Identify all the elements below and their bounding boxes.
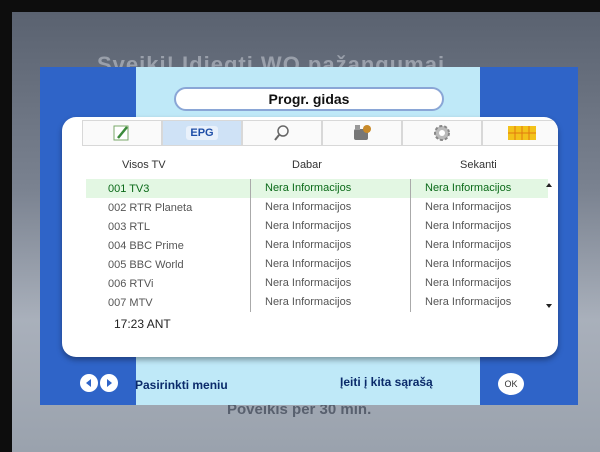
column-header-now: Dabar [292, 159, 322, 171]
guide-content: EPG Visos TV Dabar Sekanti 001 TV3 Nera … [62, 117, 558, 357]
channel-now: Nera Informacijos [250, 198, 410, 217]
scroll-up-icon[interactable] [546, 183, 552, 187]
channel-name: 003 RTL [108, 220, 150, 233]
scroll-down-icon[interactable] [546, 304, 552, 308]
column-header-next: Sekanti [460, 159, 497, 171]
select-menu-hint: Pasirinkti meniu [135, 378, 228, 392]
tab-bar: EPG [82, 120, 558, 146]
channel-next: Nera Informacijos [410, 255, 548, 274]
tab-tools[interactable] [322, 120, 402, 146]
channel-now: Nera Informacijos [250, 274, 410, 293]
epg-icon: EPG [186, 126, 218, 140]
navigation-arrows [80, 374, 118, 392]
right-arrow-icon [100, 374, 118, 392]
ok-button-icon: OK [498, 373, 524, 395]
channel-name: 004 BBC Prime [108, 239, 184, 252]
column-header-all-tv: Visos TV [122, 159, 166, 171]
channel-now: Nera Informacijos [250, 255, 410, 274]
tv-screen: Sveiki! Įdiegti WO pažangumai Poveikis p… [12, 12, 600, 452]
tab-grid[interactable] [482, 120, 558, 146]
search-icon [274, 125, 289, 141]
channel-row[interactable]: 001 TV3 Nera Informacijos Nera Informaci… [86, 179, 548, 198]
channel-list: 001 TV3 Nera Informacijos Nera Informaci… [86, 179, 548, 312]
channel-row[interactable]: 004 BBC Prime Nera Informacijos Nera Inf… [86, 236, 548, 255]
channel-now: Nera Informacijos [250, 293, 410, 312]
channel-row[interactable]: 002 RTR Planeta Nera Informacijos Nera I… [86, 198, 548, 217]
channel-row[interactable]: 006 RTVi Nera Informacijos Nera Informac… [86, 274, 548, 293]
tab-epg[interactable]: EPG [162, 120, 242, 146]
grid-icon [508, 126, 536, 140]
program-guide-panel: Progr. gidas EPG Visos TV Dabar Sekanti … [40, 67, 578, 405]
channel-name: 007 MTV [108, 296, 153, 309]
channel-row[interactable]: 003 RTL Nera Informacijos Nera Informaci… [86, 217, 548, 236]
left-arrow-icon [80, 374, 98, 392]
channel-now: Nera Informacijos [250, 179, 410, 198]
channel-next: Nera Informacijos [410, 217, 548, 236]
page-title: Progr. gidas [174, 87, 444, 111]
channel-name: 001 TV3 [108, 182, 150, 195]
tab-edit[interactable] [82, 120, 162, 146]
channel-next: Nera Informacijos [410, 293, 548, 312]
channel-now: Nera Informacijos [250, 217, 410, 236]
edit-icon [113, 125, 129, 141]
channel-now: Nera Informacijos [250, 236, 410, 255]
channel-list-scrollbar[interactable] [544, 179, 554, 312]
gear-icon [434, 125, 450, 141]
channel-name: 002 RTR Planeta [108, 201, 193, 214]
clock: 17:23 ANT [114, 317, 171, 331]
tools-icon [354, 125, 371, 140]
tab-search[interactable] [242, 120, 322, 146]
channel-next: Nera Informacijos [410, 236, 548, 255]
channel-next: Nera Informacijos [410, 198, 548, 217]
tab-settings[interactable] [402, 120, 482, 146]
channel-next: Nera Informacijos [410, 274, 548, 293]
channel-name: 006 RTVi [108, 277, 154, 290]
channel-next: Nera Informacijos [410, 179, 548, 198]
channel-row[interactable]: 007 MTV Nera Informacijos Nera Informaci… [86, 293, 548, 312]
channel-name: 005 BBC World [108, 258, 184, 271]
channel-row[interactable]: 005 BBC World Nera Informacijos Nera Inf… [86, 255, 548, 274]
enter-list-hint: Įeiti į kita sąrašą [340, 375, 433, 389]
